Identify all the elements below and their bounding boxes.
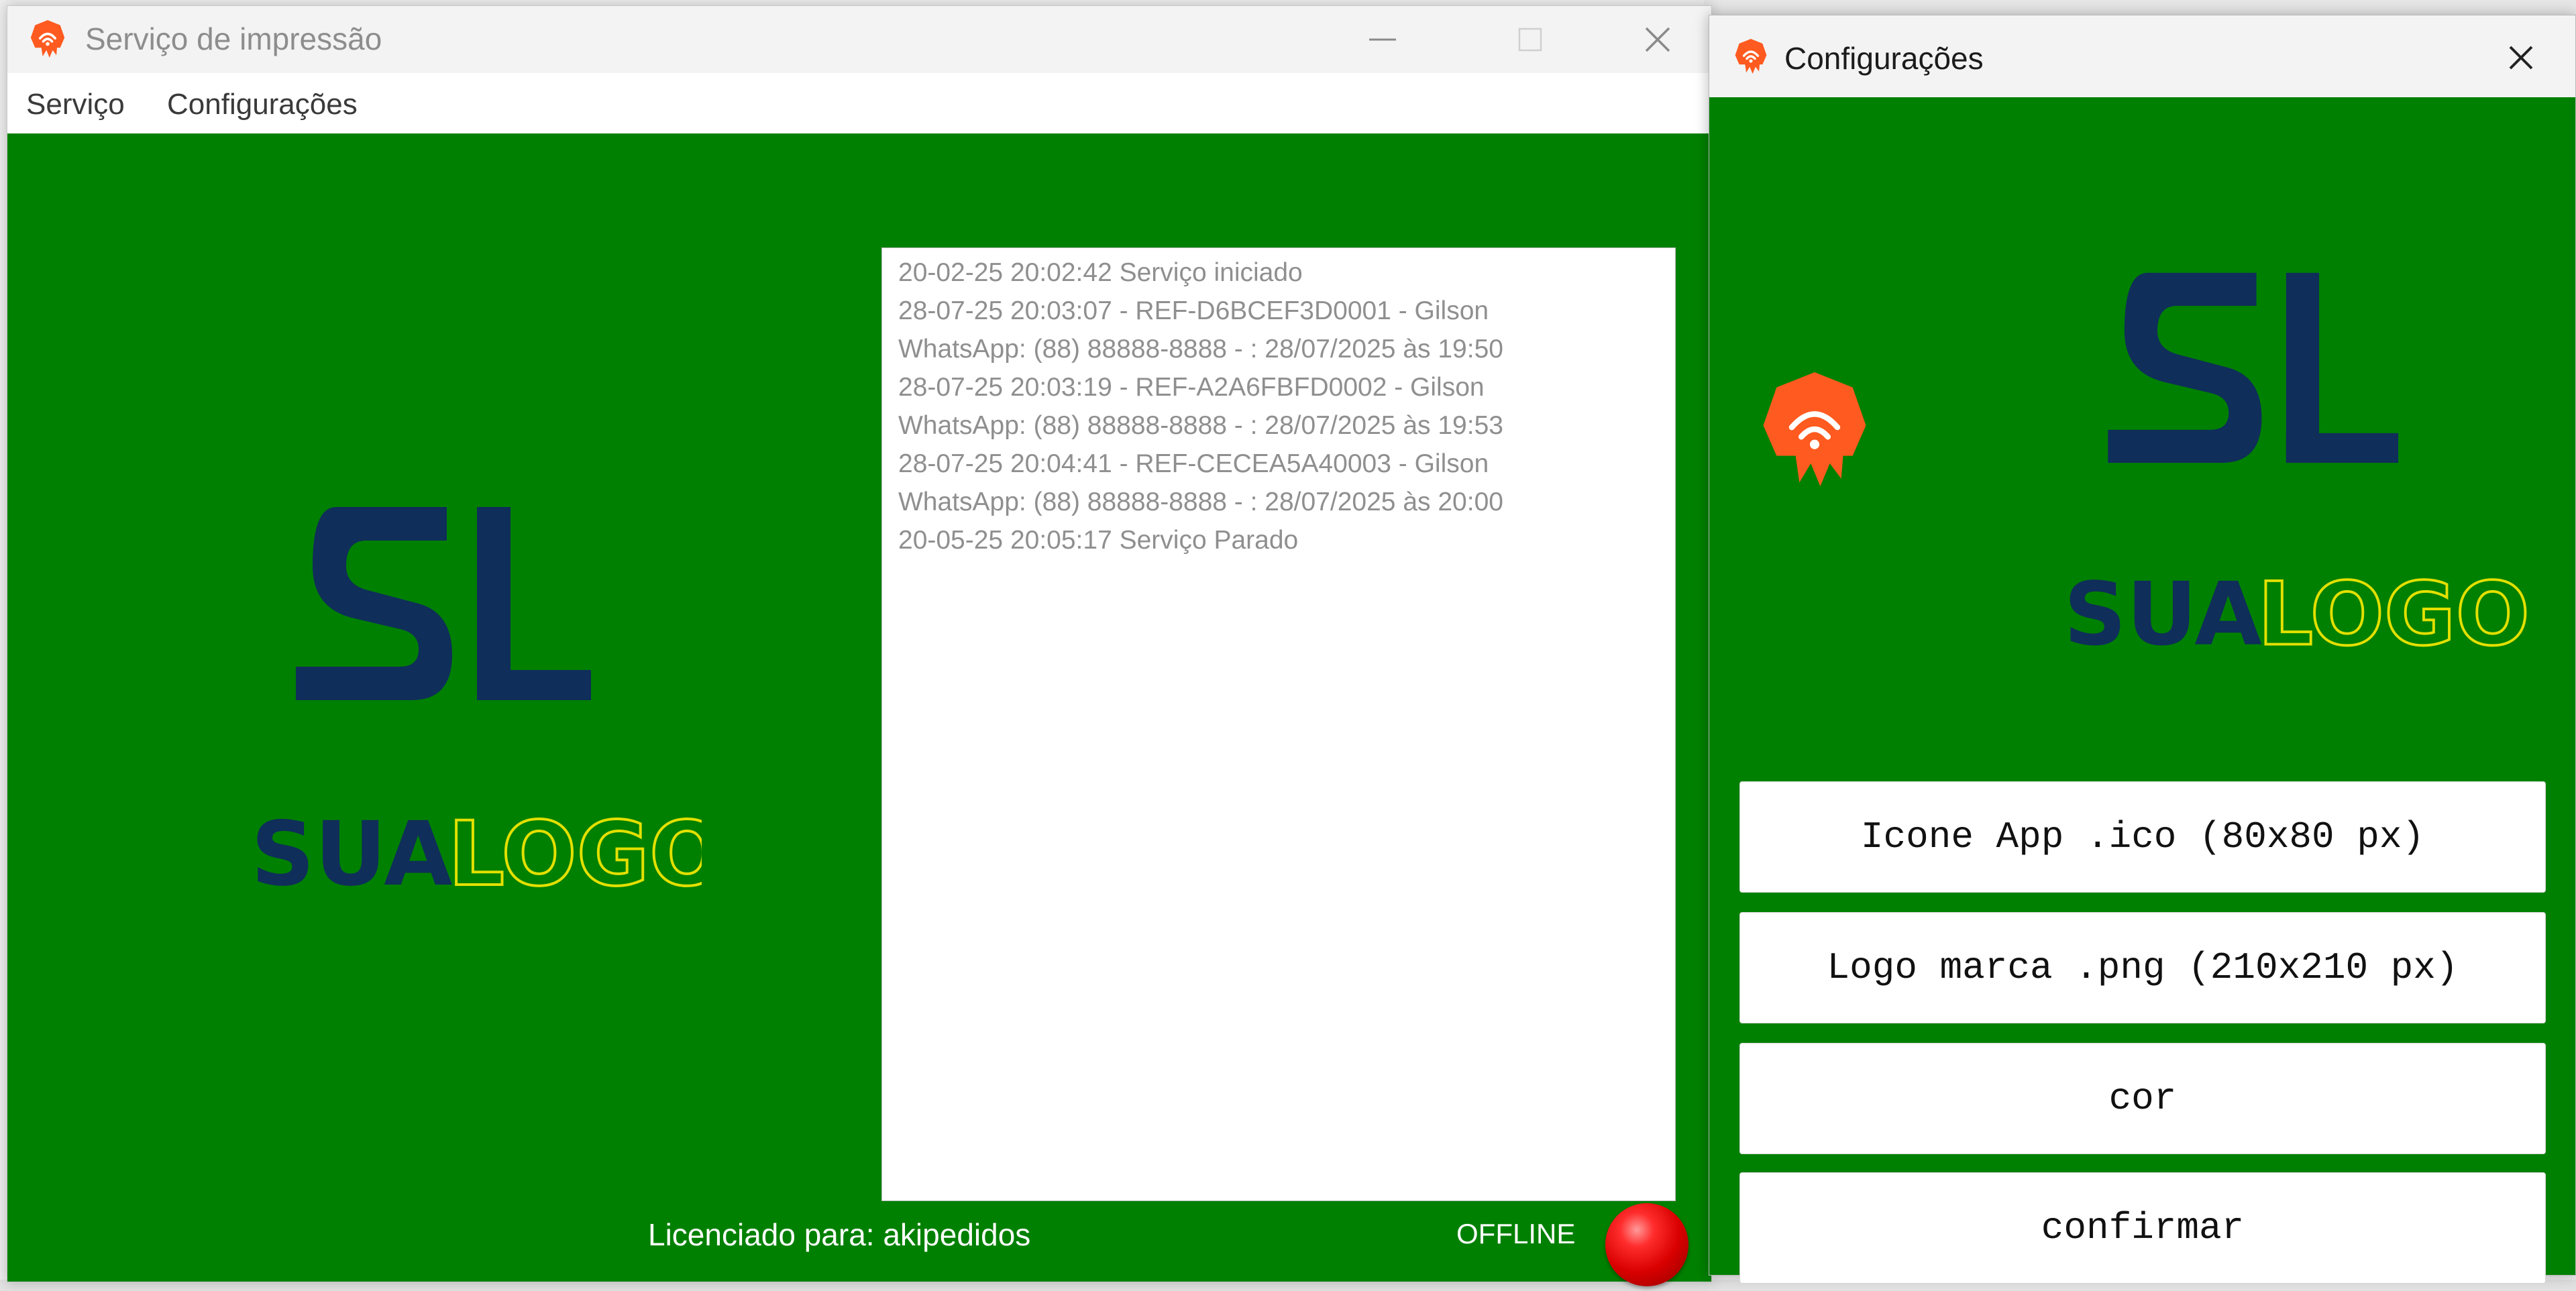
menu-servico[interactable]: Serviço <box>26 88 125 121</box>
minimize-button[interactable] <box>1342 14 1423 65</box>
main-window-title: Serviço de impressão <box>85 21 382 56</box>
app-badge-icon <box>1735 39 1767 74</box>
main-window: Serviço de impressão Serviço Configuraçõ… <box>7 5 1712 1286</box>
logo-text-logo: LOGO <box>2258 563 2530 665</box>
close-icon <box>1645 27 1670 52</box>
app-badge-icon <box>30 20 65 58</box>
logo-upload-button[interactable]: Logo marca .png (210x210 px) <box>1739 912 2546 1023</box>
log-line: WhatsApp: (88) 88888-8888 - : 28/07/2025… <box>898 411 1503 440</box>
license-label: Licenciado para: akipedidos <box>648 1217 1031 1252</box>
menu-configuracoes[interactable]: Configurações <box>167 88 358 121</box>
maximize-button[interactable] <box>1490 14 1570 65</box>
app-icon-upload-button[interactable]: Icone App .ico (80x80 px) <box>1739 781 2546 893</box>
logo-preview: SUA LOGO <box>2063 272 2531 667</box>
log-textbox[interactable]: 20-02-25 20:02:42 Serviço iniciado 28-07-… <box>881 247 1676 1201</box>
main-content-area: SUA LOGO 20-02-25 20:02:42 Serviço inici… <box>7 133 1711 1286</box>
logo-text-logo: LOGO <box>448 803 702 906</box>
close-icon <box>2509 46 2533 70</box>
settings-close-button[interactable] <box>2487 36 2555 80</box>
log-line: 28-07-25 20:04:41 - REF-CECEA5A40003 - G… <box>898 449 1489 478</box>
logo-text-sua: SUA <box>251 803 452 906</box>
settings-titlebar[interactable]: Configurações <box>1709 15 2575 97</box>
log-line: 20-02-25 20:02:42 Serviço iniciado <box>898 258 1303 287</box>
close-button[interactable] <box>1617 14 1698 65</box>
logo-text-sua: SUA <box>2063 563 2261 665</box>
log-line: 20-05-25 20:05:17 Serviço Parado <box>898 526 1299 555</box>
settings-window-title: Configurações <box>1784 41 1984 76</box>
color-picker-button[interactable]: cor <box>1739 1043 2546 1154</box>
settings-window: Configurações SUA LOGO Icone App .ico (8… <box>1709 15 2576 1284</box>
main-titlebar[interactable]: Serviço de impressão <box>7 6 1711 73</box>
company-logo: SUA LOGO <box>251 507 702 907</box>
log-line: WhatsApp: (88) 88888-8888 - : 28/07/2025… <box>898 488 1503 516</box>
log-list: 20-02-25 20:02:42 Serviço iniciado 28-07-… <box>882 248 1675 559</box>
settings-content-area: SUA LOGO Icone App .ico (80x80 px) Logo … <box>1709 97 2575 1284</box>
log-line: 28-07-25 20:03:19 - REF-A2A6FBFD0002 - G… <box>898 373 1485 402</box>
confirm-button[interactable]: confirmar <box>1739 1172 2546 1284</box>
log-line: WhatsApp: (88) 88888-8888 - : 28/07/2025… <box>898 335 1503 363</box>
status-label: OFFLINE <box>1456 1218 1576 1249</box>
background-desktop-strip <box>1704 0 2576 16</box>
maximize-icon <box>1518 27 1542 52</box>
menu-bar: Serviço Configurações <box>7 73 1711 133</box>
minimize-icon <box>1369 38 1396 41</box>
log-line: 28-07-25 20:03:07 - REF-D6BCEF3D0001 - G… <box>898 296 1489 325</box>
app-icon-preview-icon <box>1763 372 1866 486</box>
status-indicator-icon <box>1605 1203 1688 1286</box>
